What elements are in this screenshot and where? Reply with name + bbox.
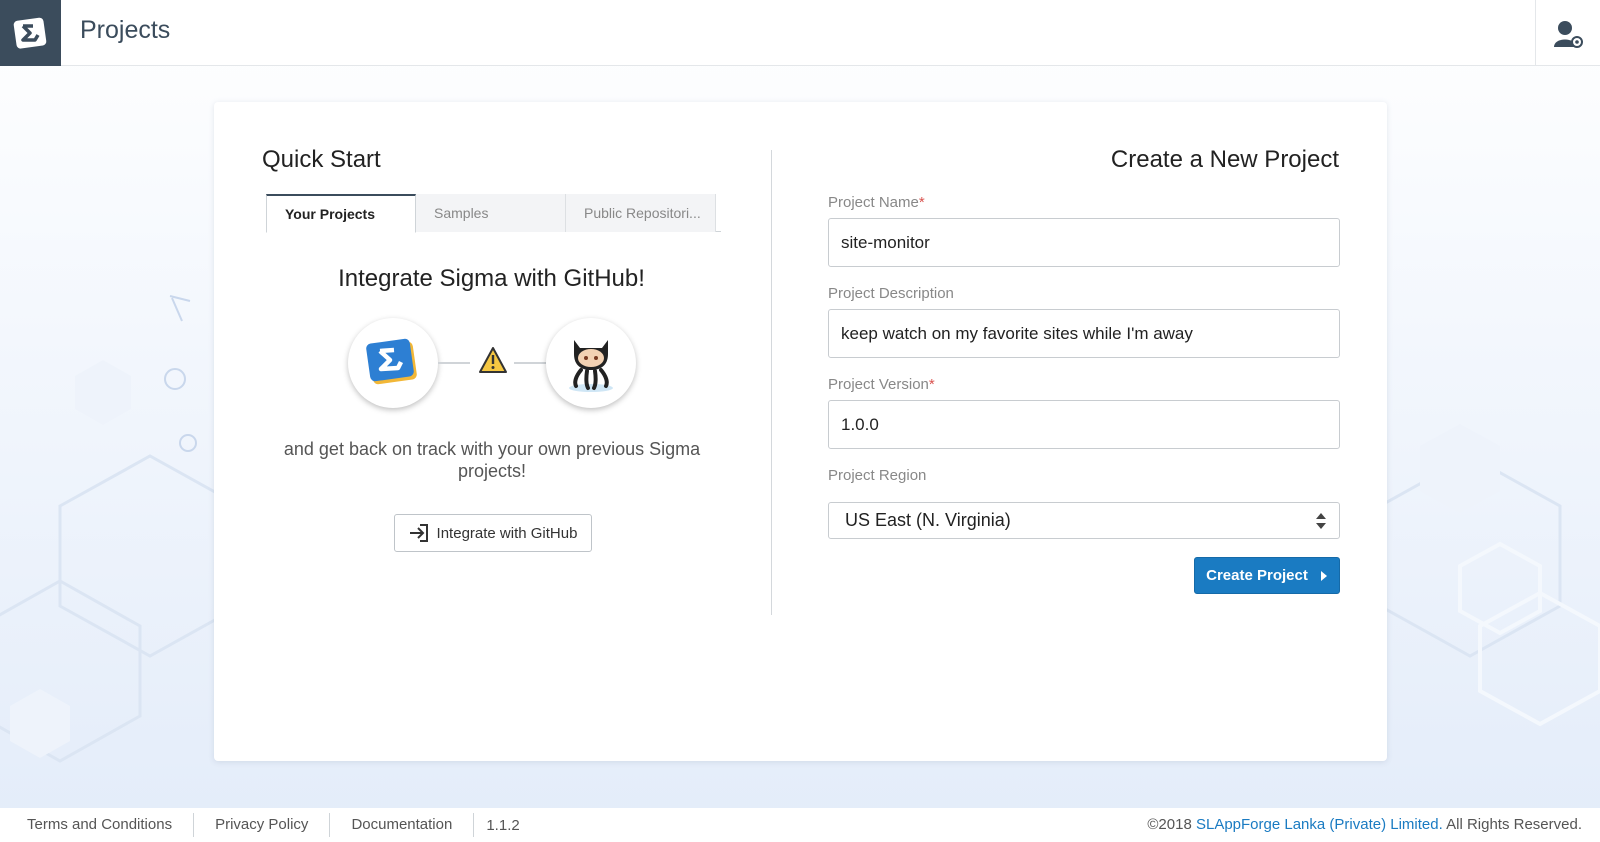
project-name-input[interactable]: [828, 218, 1340, 267]
required-marker: *: [918, 194, 925, 211]
project-region-select[interactable]: US East (N. Virginia): [828, 502, 1340, 539]
sigma-circle: [348, 318, 438, 408]
company-link[interactable]: SLAppForge Lanka (Private) Limited.: [1196, 816, 1443, 833]
project-region-label: Project Region: [828, 467, 927, 484]
tab-your-projects[interactable]: Your Projects: [266, 194, 416, 233]
sign-in-icon: [409, 524, 428, 542]
connector-line: [514, 362, 546, 364]
project-version-label: Project Version*: [828, 376, 935, 393]
github-integration-description: and get back on track with your own prev…: [283, 439, 701, 481]
footer-link-terms[interactable]: Terms and Conditions: [0, 813, 195, 837]
required-marker: *: [928, 376, 935, 393]
github-circle: [546, 318, 636, 408]
select-arrows-icon: [1316, 513, 1326, 529]
project-description-label: Project Description: [828, 285, 954, 302]
page-title: Projects: [80, 16, 171, 44]
warning-icon: [478, 346, 508, 379]
footer-link-documentation[interactable]: Documentation: [330, 813, 475, 837]
column-divider: [771, 150, 772, 615]
integrate-github-button[interactable]: Integrate with GitHub: [394, 514, 592, 552]
project-version-input[interactable]: [828, 400, 1340, 449]
integration-illustration: [348, 318, 638, 408]
project-name-label: Project Name*: [828, 194, 925, 211]
create-project-button-label: Create Project: [1206, 567, 1308, 584]
create-project-button[interactable]: Create Project: [1194, 557, 1340, 594]
project-description-input[interactable]: [828, 309, 1340, 358]
tab-samples[interactable]: Samples: [416, 194, 566, 232]
app-logo[interactable]: [0, 0, 61, 66]
copyright-notice: ©2018 SLAppForge Lanka (Private) Limited…: [1147, 816, 1582, 833]
account-settings-button[interactable]: [1535, 0, 1600, 66]
main-card: Quick Start Your Projects Samples Public…: [214, 102, 1387, 761]
footer-link-privacy[interactable]: Privacy Policy: [194, 813, 331, 837]
footer: Terms and Conditions Privacy Policy Docu…: [0, 808, 1600, 842]
create-project-title: Create a New Project: [1110, 146, 1339, 173]
integrate-github-button-label: Integrate with GitHub: [436, 524, 578, 542]
sigma-logo-icon: [13, 17, 46, 49]
project-region-value: US East (N. Virginia): [845, 510, 1011, 530]
top-header: Projects: [0, 0, 1600, 66]
github-octocat-icon: [569, 340, 613, 392]
sigma-logo-icon: [366, 338, 417, 385]
app-version: 1.1.2: [486, 816, 520, 834]
caret-right-icon: [1320, 570, 1327, 581]
quick-start-title: Quick Start: [262, 146, 381, 173]
quick-start-tabs: Your Projects Samples Public Repositori.…: [262, 194, 721, 233]
connector-line: [438, 362, 470, 364]
github-integration-title: Integrate Sigma with GitHub!: [338, 265, 645, 292]
user-settings-icon: [1554, 21, 1583, 48]
tab-public-repositories[interactable]: Public Repositori...: [566, 194, 716, 232]
